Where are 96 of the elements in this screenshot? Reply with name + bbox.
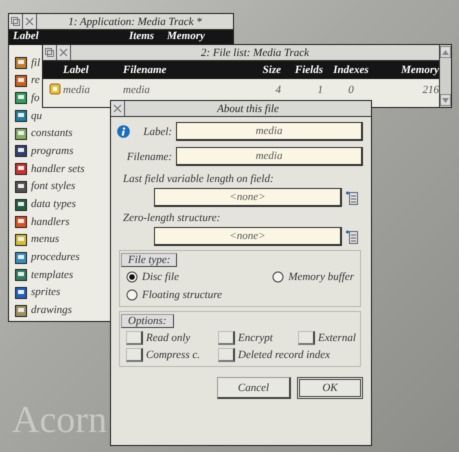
file-icon xyxy=(15,109,27,122)
column-header: Indexes xyxy=(332,64,370,76)
file-icon xyxy=(15,304,27,317)
table-cell-text: 1 xyxy=(316,84,323,96)
checkbox-label: Compress c. xyxy=(146,349,200,361)
column-header: Label xyxy=(13,30,39,42)
column-header: Memory xyxy=(400,64,439,76)
radio-label: Disc file xyxy=(142,271,179,283)
ok-button[interactable]: OK xyxy=(297,377,363,399)
column-header: Size xyxy=(262,64,281,76)
list-item[interactable]: data types xyxy=(31,198,76,210)
radio-button[interactable] xyxy=(126,289,138,301)
list-item[interactable]: re xyxy=(31,74,40,86)
field-label: Filename: xyxy=(126,150,172,162)
file-icon xyxy=(15,126,27,140)
radio-button[interactable] xyxy=(126,271,138,283)
file-icon xyxy=(49,82,61,94)
list-item[interactable]: sprites xyxy=(31,286,60,298)
close-icon xyxy=(59,48,68,57)
back-icon xyxy=(11,17,20,26)
table-cell-text: 0 xyxy=(347,84,355,96)
table-cell-text: 4 xyxy=(274,84,281,96)
list-item[interactable]: templates xyxy=(31,268,74,281)
list-item[interactable]: constants xyxy=(31,127,73,140)
info-icon xyxy=(117,125,130,138)
list-item[interactable]: qu xyxy=(31,110,42,122)
menu-icon[interactable] xyxy=(346,230,358,244)
window-title: 2: File list: Media Track xyxy=(200,46,310,58)
file-icon xyxy=(15,215,27,228)
back-button[interactable] xyxy=(43,45,57,60)
file-icon xyxy=(15,180,27,193)
up-arrow-icon xyxy=(442,50,449,54)
checkbox[interactable] xyxy=(126,348,143,362)
list-item[interactable]: handlers xyxy=(31,216,70,228)
menu-icon[interactable] xyxy=(346,190,358,204)
title-bar[interactable]: About this file xyxy=(111,101,371,117)
text-field[interactable]: media xyxy=(176,147,363,166)
window-title: 1: Application: Media Track * xyxy=(67,16,203,28)
scroll-bar[interactable] xyxy=(439,45,451,107)
list-item[interactable]: handler sets xyxy=(31,162,84,175)
radio-label: Memory buffer xyxy=(288,271,354,283)
list-item[interactable]: programs xyxy=(31,144,74,157)
checkbox-label: External xyxy=(318,332,356,344)
list-item[interactable]: menus xyxy=(31,233,60,246)
list-item[interactable]: fil xyxy=(31,56,40,68)
down-arrow-icon xyxy=(442,98,449,102)
cancel-button[interactable]: Cancel xyxy=(217,377,291,399)
file-icon xyxy=(15,74,27,87)
close-icon xyxy=(113,104,122,113)
title-bar[interactable]: 2: File list: Media Track xyxy=(43,45,439,61)
list-item[interactable]: font styles xyxy=(31,180,76,192)
back-button[interactable] xyxy=(9,14,23,29)
group-label: Options: xyxy=(121,314,174,328)
text-field[interactable]: <none> xyxy=(154,188,342,207)
file-icon xyxy=(15,250,27,264)
list-item[interactable]: procedures xyxy=(31,251,80,264)
checkbox-label: Encrypt xyxy=(238,332,273,344)
radio-label: Floating structure xyxy=(142,289,222,301)
checkbox[interactable] xyxy=(218,348,235,362)
text-field[interactable]: <none> xyxy=(154,227,342,246)
close-button[interactable] xyxy=(57,45,71,60)
file-icon xyxy=(15,232,27,246)
window-title: About this file xyxy=(216,102,280,114)
close-button[interactable] xyxy=(23,14,37,29)
table-cell-text: media xyxy=(63,84,91,96)
checkbox-label: Deleted record index xyxy=(238,349,330,361)
file-icon xyxy=(15,162,27,176)
column-header: Fields xyxy=(294,64,323,76)
file-icon xyxy=(15,91,27,104)
close-button[interactable] xyxy=(111,101,125,116)
file-icon xyxy=(15,268,27,282)
text-field[interactable]: media xyxy=(176,122,363,141)
group-label: File type: xyxy=(121,253,178,267)
close-icon xyxy=(25,17,34,26)
column-header: Memory xyxy=(167,30,205,42)
title-bar[interactable]: 1: Application: Media Track * xyxy=(9,14,233,30)
list-item[interactable]: drawings xyxy=(31,304,72,316)
file-icon xyxy=(15,56,27,69)
checkbox[interactable] xyxy=(126,331,143,345)
file-icon xyxy=(15,198,27,210)
radio-button[interactable] xyxy=(272,271,284,283)
list-item[interactable]: fo xyxy=(31,92,40,104)
column-header: Filename xyxy=(123,64,168,76)
file-icon xyxy=(15,286,27,299)
column-header: Items xyxy=(129,30,154,42)
field-label: Last field variable length on field: xyxy=(123,173,275,185)
checkbox-label: Read only xyxy=(146,332,190,344)
checkbox[interactable] xyxy=(298,331,315,345)
field-label: Label: xyxy=(143,126,172,138)
file-icon xyxy=(15,144,27,158)
field-label: Zero-length structure: xyxy=(123,212,222,224)
table-cell-text: 216 xyxy=(422,84,439,96)
table-cell-text: media xyxy=(123,84,151,96)
back-icon xyxy=(45,48,54,57)
checkbox[interactable] xyxy=(218,331,235,345)
column-header: Label xyxy=(63,64,90,76)
